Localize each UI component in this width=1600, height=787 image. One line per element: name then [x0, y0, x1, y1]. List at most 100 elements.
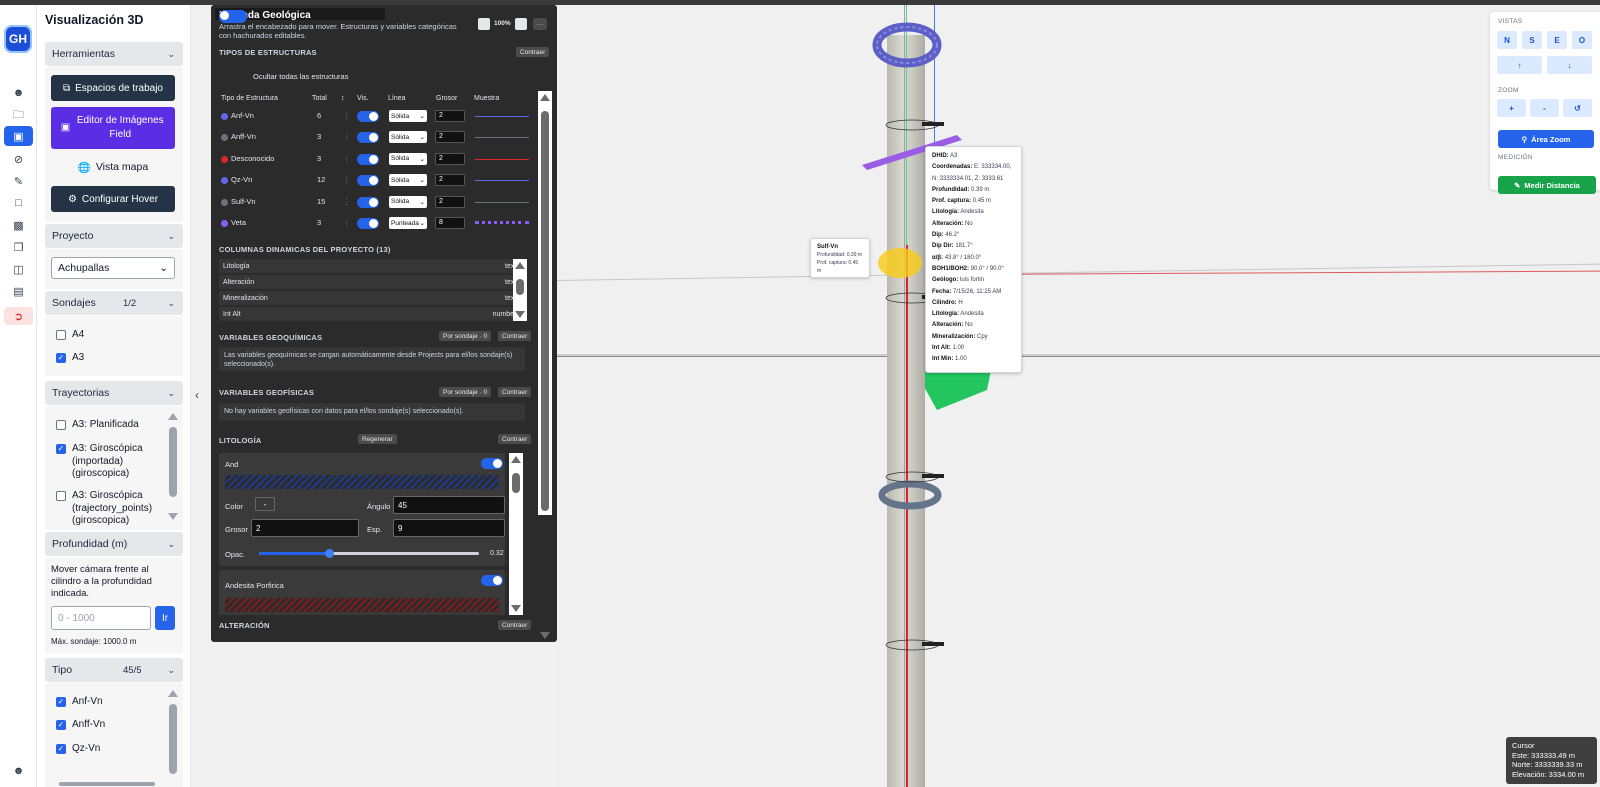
line-style-select[interactable]: Sólida ⌄ [389, 110, 427, 122]
scroll-thumb[interactable] [169, 427, 177, 497]
drag-handle-icon[interactable]: ⋮ [343, 218, 351, 227]
box-icon[interactable]: □ [8, 194, 29, 212]
checkbox[interactable] [56, 330, 66, 340]
opacity-slider[interactable] [259, 549, 479, 558]
line-style-select[interactable]: Punteada ⌄ [389, 217, 427, 229]
scroll-up-icon[interactable] [511, 456, 521, 463]
opacity-knob[interactable] [325, 549, 335, 558]
scroll-up-icon[interactable] [540, 94, 550, 101]
3d-viewport[interactable]: Sulf-Vn Profundidad: 0.39 m Prof. captur… [557, 5, 1600, 787]
visibility-toggle[interactable] [357, 196, 379, 208]
scroll-up-icon[interactable] [168, 413, 178, 420]
scroll-down-icon[interactable] [540, 632, 550, 639]
zoom-in-button[interactable]: + [1497, 99, 1526, 117]
trajectory-gyro-points[interactable]: A3: Giroscópica (trajectory_points) (gir… [56, 490, 156, 528]
font-decrease-button[interactable] [478, 18, 490, 30]
view-south-button[interactable]: S [1522, 31, 1542, 49]
chart-icon[interactable]: ▩ [8, 216, 29, 234]
width-input[interactable]: 2 [251, 519, 359, 537]
horizontal-scroll-thumb[interactable] [59, 782, 155, 786]
view-north-button[interactable]: N [1497, 31, 1517, 49]
scroll-thumb[interactable] [541, 111, 549, 511]
scroll-up-icon[interactable] [515, 262, 525, 269]
visibility-toggle[interactable] [357, 175, 379, 187]
line-style-select[interactable]: Sólida ⌄ [389, 174, 427, 187]
litho-collapse-button[interactable]: Contraer [498, 434, 532, 444]
checkbox[interactable]: ✓ [56, 353, 66, 363]
zoom-reset-button[interactable]: ↺ [1563, 99, 1592, 117]
legend-menu-button[interactable]: ··· [533, 18, 547, 30]
drillhole-a4[interactable]: A4 [56, 329, 84, 342]
section-header-trajectories[interactable]: Trayectorias ⌄ [45, 381, 183, 405]
checkbox[interactable] [56, 491, 66, 501]
hover-config-button[interactable]: ⚙ Configurar Hover [51, 186, 175, 212]
scroll-thumb[interactable] [512, 473, 520, 493]
visibility-toggle[interactable] [357, 153, 379, 165]
trajectory-gyro-imported[interactable]: ✓ A3: Giroscópica (importada) (giroscopic… [56, 443, 156, 481]
legend-scrollbar[interactable] [538, 91, 552, 515]
line-style-select[interactable]: Sólida ⌄ [389, 131, 427, 144]
scroll-thumb[interactable] [516, 279, 524, 295]
cube-icon[interactable]: ▣ [4, 126, 33, 146]
checkbox[interactable]: ✓ [56, 697, 66, 707]
scroll-down-icon[interactable] [511, 605, 521, 612]
litho-toggle[interactable] [481, 458, 503, 469]
depth-input[interactable]: 0 - 1000 [51, 606, 151, 630]
scroll-down-icon[interactable] [168, 513, 178, 520]
collapse-sidebar-icon[interactable]: ‹ [195, 388, 199, 402]
litho-scrollbar[interactable] [509, 453, 523, 615]
workspaces-button[interactable]: ⧉ Espacios de trabajo [51, 75, 175, 101]
user-icon[interactable]: ☻ [8, 84, 29, 102]
visibility-toggle[interactable] [357, 218, 379, 229]
section-header-type[interactable]: Tipo 45/5 ⌄ [45, 658, 183, 682]
type-anff-vn[interactable]: ✓ Anff-Vn [56, 719, 105, 732]
width-input[interactable]: 2 [435, 131, 465, 144]
layers-icon[interactable]: ⊘ [8, 150, 29, 168]
line-style-select[interactable]: Sólida ⌄ [389, 195, 427, 208]
regenerate-button[interactable]: Regenerar [358, 434, 397, 444]
scroll-down-icon[interactable] [515, 311, 525, 318]
view-west-button[interactable]: O [1572, 31, 1592, 49]
width-input[interactable]: 2 [435, 110, 465, 122]
width-input[interactable]: 2 [435, 152, 465, 165]
litho-toggle[interactable] [481, 575, 503, 586]
angle-input[interactable]: 45 [393, 496, 505, 514]
zoom-out-button[interactable]: - [1530, 99, 1559, 117]
archive-icon[interactable]: ◫ [8, 260, 29, 278]
geophys-collapse-button[interactable]: Contraer [498, 387, 532, 397]
go-button[interactable]: Ir [155, 606, 175, 630]
view-east-button[interactable]: E [1547, 31, 1567, 49]
section-header-tools[interactable]: Herramientas ⌄ [45, 42, 183, 66]
card-icon[interactable]: ▤ [8, 282, 29, 300]
map-view-button[interactable]: 🌐 Vista mapa [51, 159, 175, 175]
view-up-button[interactable]: ↑ [1497, 56, 1542, 74]
measure-distance-button[interactable]: ✎ Medir Distancia [1498, 176, 1596, 194]
section-header-project[interactable]: Proyecto ⌄ [45, 224, 183, 248]
type-scrollbar[interactable] [168, 690, 178, 785]
project-select[interactable]: Achupallas ⌄ [51, 257, 175, 279]
spacing-input[interactable]: 9 [393, 519, 505, 537]
visibility-toggle[interactable] [357, 111, 379, 122]
drag-handle-icon[interactable]: ⋮ [343, 175, 351, 184]
view-down-button[interactable]: ↓ [1547, 56, 1592, 74]
font-increase-button[interactable] [515, 18, 527, 30]
section-header-depth[interactable]: Profundidad (m) ⌄ [45, 532, 183, 556]
color-swatch[interactable]: - [255, 497, 275, 511]
checkbox[interactable] [56, 420, 66, 430]
geochem-collapse-button[interactable]: Contraer [498, 331, 532, 341]
line-style-select[interactable]: Sólida ⌄ [389, 152, 427, 165]
trajectory-planned[interactable]: A3: Planificada [56, 419, 156, 432]
section-header-drillholes[interactable]: Sondajes 1/2 ⌄ [45, 291, 183, 315]
col-sort[interactable]: ↕ [341, 95, 345, 102]
hide-all-toggle[interactable] [219, 10, 247, 23]
dynamic-scrollbar[interactable] [513, 259, 527, 321]
checkbox[interactable]: ✓ [56, 720, 66, 730]
logout-icon[interactable]: ➲ [4, 307, 33, 325]
drag-handle-icon[interactable]: ⋮ [343, 197, 351, 206]
width-input[interactable]: 8 [435, 217, 465, 229]
width-input[interactable]: 2 [435, 174, 465, 187]
trajectories-scrollbar[interactable] [168, 413, 178, 525]
folder-icon[interactable]: 🗀 [8, 106, 29, 124]
image-editor-button[interactable]: ▣ Editor de Imágenes Field [51, 107, 175, 149]
drag-handle-icon[interactable]: ⋮ [343, 111, 351, 120]
